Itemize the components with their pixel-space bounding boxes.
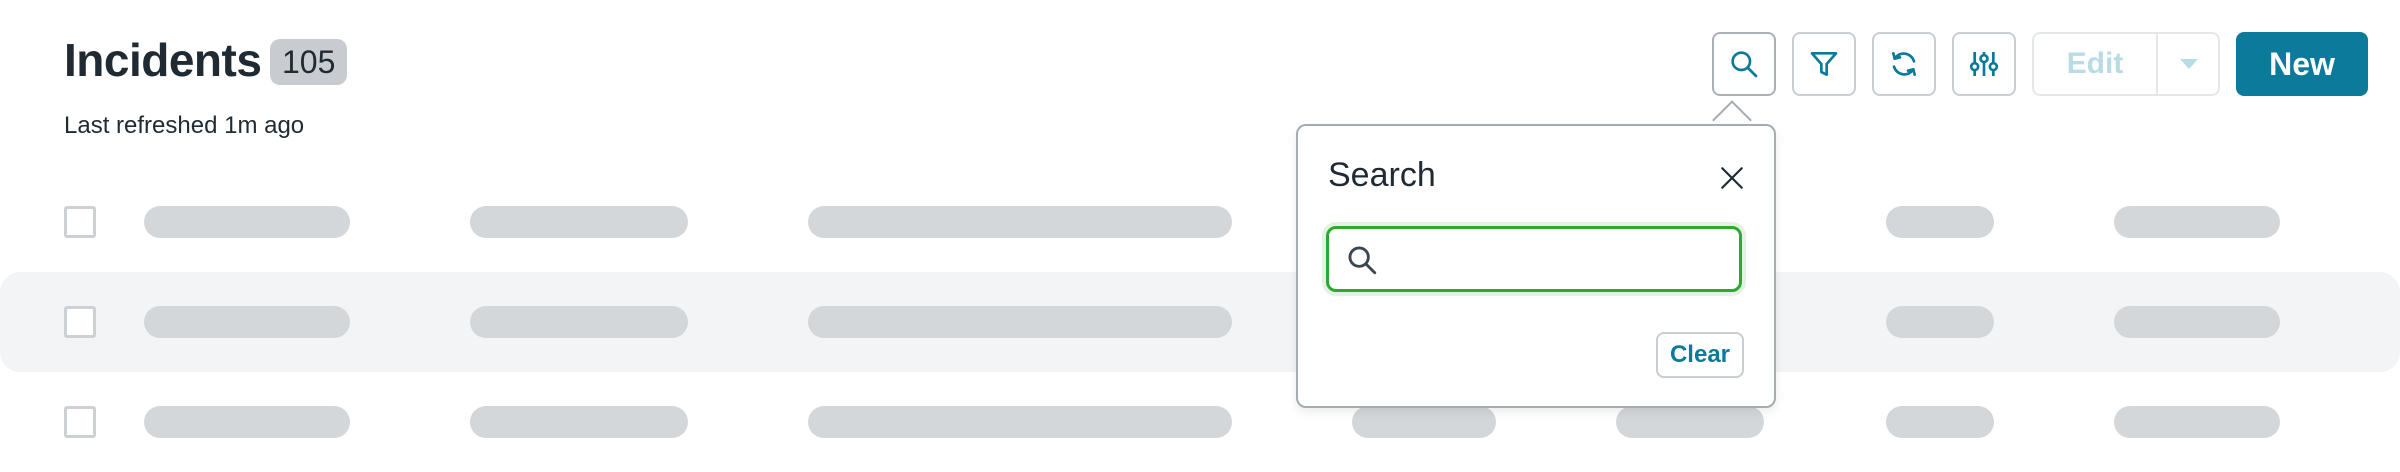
edit-dropdown-button[interactable] (2158, 34, 2220, 94)
filter-icon (1810, 52, 1838, 76)
skeleton-cell (470, 206, 688, 238)
search-popover-title: Search (1328, 156, 1436, 194)
record-count-badge: 105 (270, 39, 348, 85)
skeleton-cell (144, 406, 350, 438)
close-icon (1721, 167, 1743, 189)
table-row[interactable] (0, 172, 2400, 272)
row-checkbox[interactable] (64, 406, 96, 438)
search-button[interactable] (1712, 32, 1776, 96)
search-icon (1348, 246, 1377, 275)
skeleton-cell (2114, 306, 2280, 338)
page-title: Incidents (64, 34, 262, 86)
search-input[interactable] (1389, 233, 1729, 285)
row-checkbox[interactable] (64, 206, 96, 238)
skeleton-cell (2114, 406, 2280, 438)
skeleton-cell (808, 306, 1232, 338)
skeleton-cell (808, 406, 1232, 438)
skeleton-cell (1352, 406, 1496, 438)
caret-down-icon (2180, 59, 2198, 69)
incidents-table (0, 172, 2400, 472)
filter-button[interactable] (1792, 32, 1856, 96)
table-row[interactable] (0, 272, 2400, 372)
page-header: Incidents 105 Last refreshed 1m ago Edit… (0, 0, 2400, 150)
edit-button-group: Edit (2032, 32, 2220, 96)
row-checkbox[interactable] (64, 306, 96, 338)
refresh-icon (1892, 52, 1916, 76)
table-row[interactable] (0, 372, 2400, 472)
new-button[interactable]: New (2236, 32, 2368, 96)
search-icon (1731, 51, 1758, 78)
column-settings-button[interactable] (1952, 32, 2016, 96)
last-refreshed-text: Last refreshed 1m ago (64, 112, 305, 139)
skeleton-cell (470, 406, 688, 438)
clear-button[interactable]: Clear (1656, 332, 1744, 378)
edit-button[interactable]: Edit (2034, 34, 2156, 94)
search-popover: Search Clear (1296, 124, 1776, 408)
skeleton-cell (1886, 206, 1994, 238)
skeleton-cell (1886, 306, 1994, 338)
refresh-button[interactable] (1872, 32, 1936, 96)
column-settings-icon (1969, 52, 1999, 76)
search-field (1326, 226, 1742, 292)
skeleton-cell (1616, 406, 1764, 438)
skeleton-cell (808, 206, 1232, 238)
close-button[interactable] (1716, 162, 1748, 194)
skeleton-cell (1886, 406, 1994, 438)
skeleton-cell (144, 306, 350, 338)
skeleton-cell (144, 206, 350, 238)
skeleton-cell (470, 306, 688, 338)
skeleton-cell (2114, 206, 2280, 238)
